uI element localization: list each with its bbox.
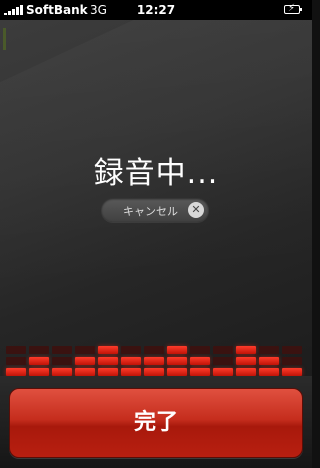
meter-bar: [29, 343, 49, 376]
meter-segment: [98, 357, 118, 365]
meter-segment: [98, 346, 118, 354]
meter-segment: [259, 368, 279, 376]
meter-segment: [6, 346, 26, 354]
meter-segment: [75, 346, 95, 354]
meter-segment: [236, 346, 256, 354]
meter-segment: [52, 346, 72, 354]
meter-bar: [213, 343, 233, 376]
bottom-toolbar: 完了: [0, 376, 312, 468]
meter-bar: [144, 343, 164, 376]
cancel-label: キャンセル: [123, 205, 178, 218]
clock: 12:27: [136, 3, 176, 17]
meter-segment: [167, 357, 187, 365]
recording-status-title: 録音中...: [93, 156, 219, 191]
meter-bar: [121, 343, 141, 376]
input-level-indicator: [3, 28, 6, 50]
meter-segment: [29, 357, 49, 365]
meter-bar: [167, 343, 187, 376]
meter-segment: [236, 357, 256, 365]
meter-segment: [29, 346, 49, 354]
battery-charging-icon: ⚡: [284, 3, 302, 14]
done-button[interactable]: 完了: [9, 388, 303, 458]
meter-segment: [167, 368, 187, 376]
meter-segment: [259, 346, 279, 354]
cancel-button[interactable]: キャンセル ✕: [101, 198, 209, 222]
meter-segment: [144, 357, 164, 365]
meter-bar: [236, 343, 256, 376]
status-bar: SoftBank 3G 12:27 ⚡: [0, 0, 312, 20]
meter-segment: [167, 346, 187, 354]
meter-segment: [75, 357, 95, 365]
meter-segment: [282, 346, 302, 354]
meter-bar: [6, 343, 26, 376]
meter-bar: [75, 343, 95, 376]
meter-segment: [6, 368, 26, 376]
meter-segment: [52, 368, 72, 376]
meter-segment: [144, 346, 164, 354]
meter-segment: [190, 357, 210, 365]
audio-level-meter: [6, 320, 308, 376]
meter-bar: [190, 343, 210, 376]
meter-segment: [121, 346, 141, 354]
meter-bar: [98, 343, 118, 376]
meter-segment: [190, 368, 210, 376]
meter-segment: [6, 357, 26, 365]
meter-segment: [121, 357, 141, 365]
meter-segment: [213, 368, 233, 376]
meter-segment: [236, 368, 256, 376]
meter-segment: [121, 368, 141, 376]
meter-bar: [52, 343, 72, 376]
meter-segment: [144, 368, 164, 376]
meter-segment: [282, 368, 302, 376]
meter-segment: [98, 368, 118, 376]
meter-bar: [282, 343, 302, 376]
meter-bar: [259, 343, 279, 376]
meter-segment: [75, 368, 95, 376]
close-circle-icon[interactable]: ✕: [188, 202, 204, 218]
meter-segment: [190, 346, 210, 354]
meter-segment: [213, 357, 233, 365]
meter-segment: [29, 368, 49, 376]
meter-segment: [213, 346, 233, 354]
meter-segment: [52, 357, 72, 365]
meter-segment: [282, 357, 302, 365]
meter-segment: [259, 357, 279, 365]
